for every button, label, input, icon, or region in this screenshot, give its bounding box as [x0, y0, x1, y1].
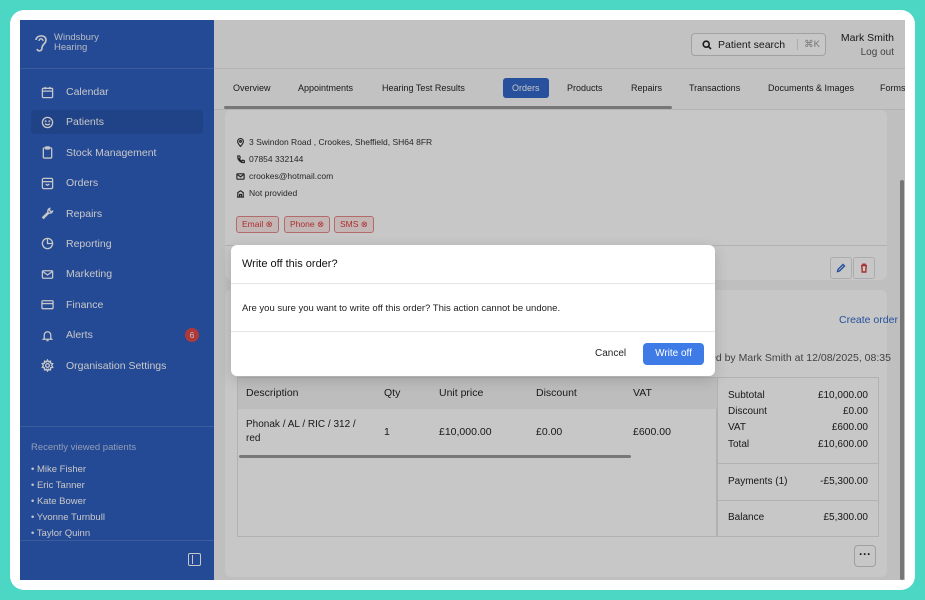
write-off-button[interactable]: Write off: [643, 343, 704, 365]
dialog-divider: [231, 283, 715, 284]
app-frame: Windsbury Hearing Calendar Patients Stoc…: [10, 10, 915, 590]
cancel-button[interactable]: Cancel: [587, 343, 634, 365]
dialog-title: Write off this order?: [242, 258, 338, 270]
write-off-dialog: Write off this order? Are you sure you w…: [231, 245, 715, 376]
dialog-message: Are you sure you want to write off this …: [242, 303, 561, 314]
dialog-divider: [231, 331, 715, 332]
app-window: Windsbury Hearing Calendar Patients Stoc…: [20, 20, 905, 580]
